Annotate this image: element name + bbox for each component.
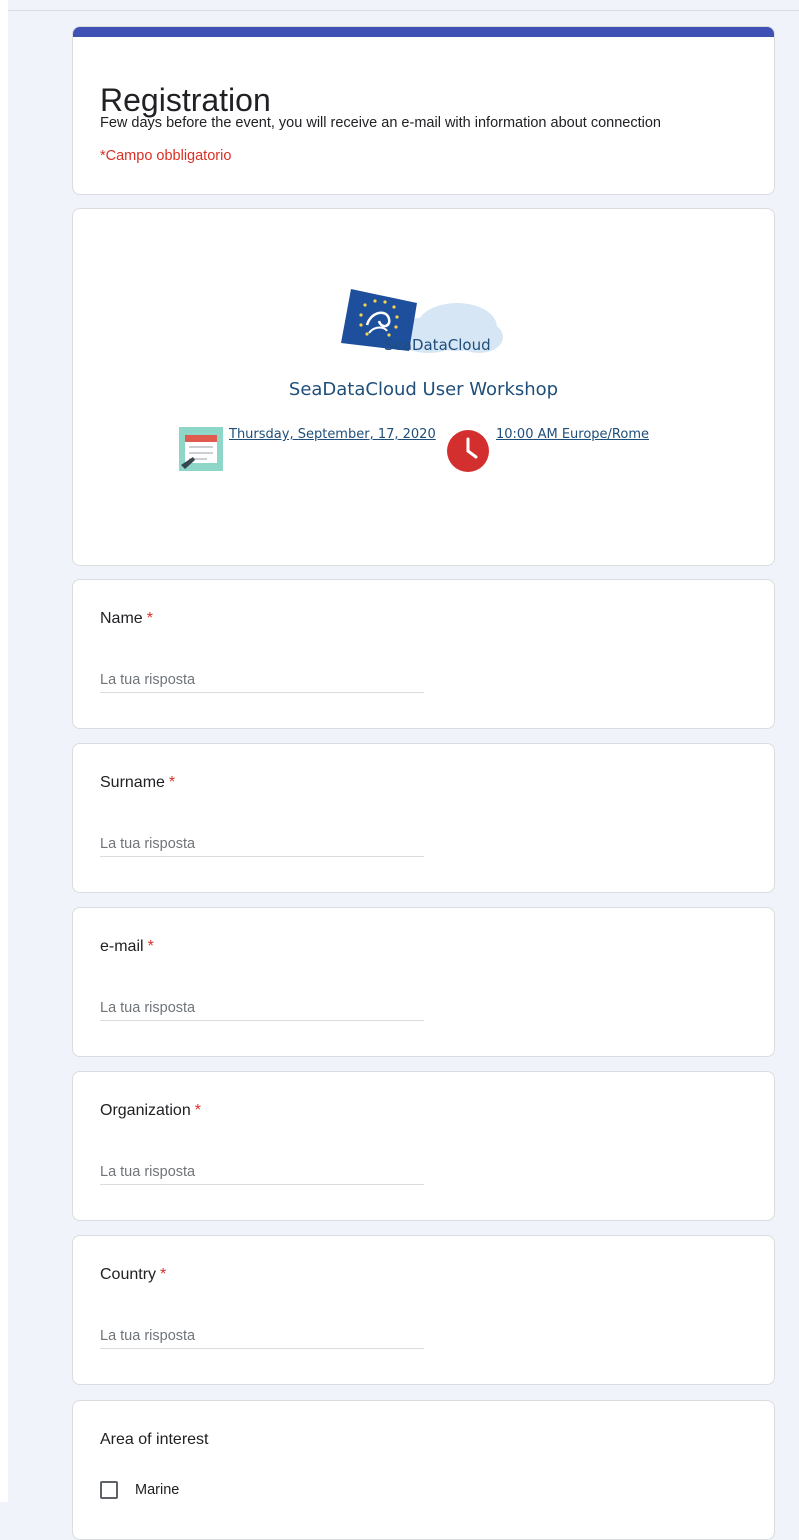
required-note: *Campo obbligatorio	[100, 148, 232, 164]
banner-card: SeaDataCloud SeaDataCloud User Workshop …	[72, 208, 775, 566]
question-label: Name *	[100, 610, 153, 627]
required-asterisk: *	[160, 1266, 167, 1283]
surname-input[interactable]	[100, 832, 424, 857]
required-asterisk: *	[168, 774, 176, 791]
country-input[interactable]	[100, 1324, 424, 1349]
question-label: Area of interest	[100, 1431, 209, 1448]
accent-bar	[73, 27, 774, 37]
question-label: e-mail *	[100, 938, 154, 955]
form-title: Registration	[100, 82, 271, 118]
seadatacloud-logo	[341, 289, 503, 353]
required-asterisk: *	[147, 938, 154, 955]
question-card-area-of-interest: Area of interest Marine	[72, 1400, 775, 1540]
question-card-organization: Organization *	[72, 1071, 775, 1221]
logo-text: SeaDataCloud	[384, 336, 491, 354]
required-asterisk: *	[146, 610, 153, 627]
marine-checkbox[interactable]	[100, 1481, 118, 1499]
form-header-card: Registration Few days before the event, …	[72, 26, 775, 195]
checkbox-label[interactable]: Marine	[135, 1482, 179, 1498]
email-input[interactable]	[100, 996, 424, 1021]
question-label: Organization *	[100, 1102, 201, 1119]
workshop-title: SeaDataCloud User Workshop	[288, 379, 559, 400]
event-date-link[interactable]: Thursday, September, 17, 2020	[229, 427, 436, 442]
organization-input[interactable]	[100, 1160, 424, 1185]
question-card-country: Country *	[72, 1235, 775, 1385]
question-card-email: e-mail *	[72, 907, 775, 1057]
event-time-link[interactable]: 10:00 AM Europe/Rome	[496, 427, 649, 442]
question-label: Country *	[100, 1266, 167, 1283]
required-asterisk: *	[194, 1102, 201, 1119]
form-description: Few days before the event, you will rece…	[100, 115, 661, 131]
calendar-icon	[179, 427, 223, 471]
name-input[interactable]	[100, 668, 424, 693]
question-label: Surname *	[100, 774, 176, 791]
clock-icon	[447, 430, 489, 472]
top-divider	[8, 10, 799, 11]
left-edge	[0, 0, 8, 1502]
question-card-name: Name *	[72, 579, 775, 729]
question-card-surname: Surname *	[72, 743, 775, 893]
